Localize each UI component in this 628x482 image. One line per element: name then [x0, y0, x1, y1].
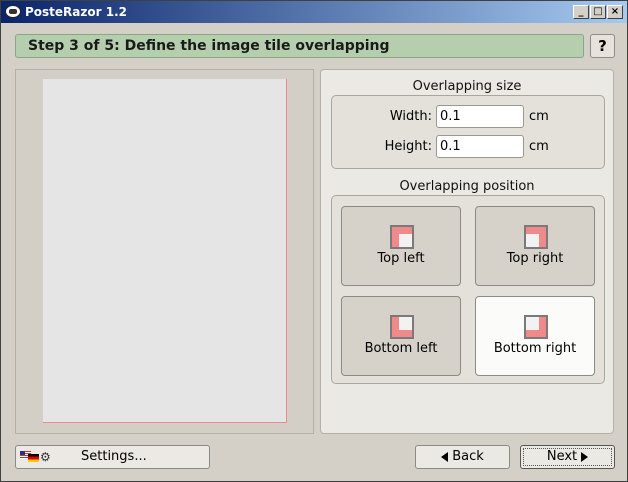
step-title: Step 3 of 5: Define the image tile overl… [15, 34, 584, 58]
overlapping-position-group: Top left Top right Bottom left Bottom ri… [331, 195, 605, 384]
arrow-left-icon [441, 451, 449, 462]
next-button[interactable]: Next [520, 445, 615, 469]
bottom-left-button[interactable]: Bottom left [341, 296, 461, 376]
language-flags-icon: ⚙ [20, 451, 56, 463]
paper-preview [43, 79, 287, 423]
settings-button[interactable]: ⚙ Settings... [15, 445, 210, 469]
maximize-button[interactable]: □ [590, 5, 606, 19]
height-unit: cm [529, 139, 549, 154]
next-label: Next [546, 449, 578, 464]
overlapping-position-label: Overlapping position [399, 179, 535, 194]
back-button[interactable]: Back [415, 445, 510, 469]
top-left-label: Top left [377, 251, 425, 266]
bottom-left-label: Bottom left [364, 341, 438, 356]
top-right-button[interactable]: Top right [475, 206, 595, 286]
top-left-overlap-icon [390, 225, 414, 249]
width-label: Width: [389, 109, 432, 124]
image-preview-panel [15, 69, 314, 434]
overlapping-size-group: Width: cm Height: cm [331, 95, 605, 169]
bottom-right-label: Bottom right [493, 341, 577, 356]
settings-label: Settings... [81, 449, 147, 464]
top-right-label: Top right [506, 251, 564, 266]
bottom-right-button[interactable]: Bottom right [475, 296, 595, 376]
top-left-button[interactable]: Top left [341, 206, 461, 286]
arrow-right-icon [581, 451, 589, 462]
bottom-left-overlap-icon [390, 315, 414, 339]
posterazor-window: PosteRazor 1.2 _ □ × Step 3 of 5: Define… [0, 0, 628, 482]
height-input[interactable] [436, 135, 524, 158]
help-button[interactable]: ? [590, 34, 615, 58]
top-right-overlap-icon [524, 225, 548, 249]
width-input[interactable] [436, 105, 524, 128]
window-title: PosteRazor 1.2 [25, 5, 127, 19]
bottom-right-overlap-icon [524, 315, 548, 339]
title-bar[interactable]: PosteRazor 1.2 _ □ × [1, 1, 627, 23]
height-label: Height: [384, 139, 432, 154]
app-icon [5, 5, 21, 18]
gear-icon: ⚙ [40, 450, 51, 464]
close-button[interactable]: × [607, 5, 623, 19]
width-unit: cm [529, 109, 549, 124]
settings-panel: Overlapping size Width: cm Height: cm Ov… [320, 69, 614, 434]
back-label: Back [452, 449, 484, 464]
overlapping-size-label: Overlapping size [412, 79, 522, 94]
minimize-button[interactable]: _ [573, 5, 589, 19]
